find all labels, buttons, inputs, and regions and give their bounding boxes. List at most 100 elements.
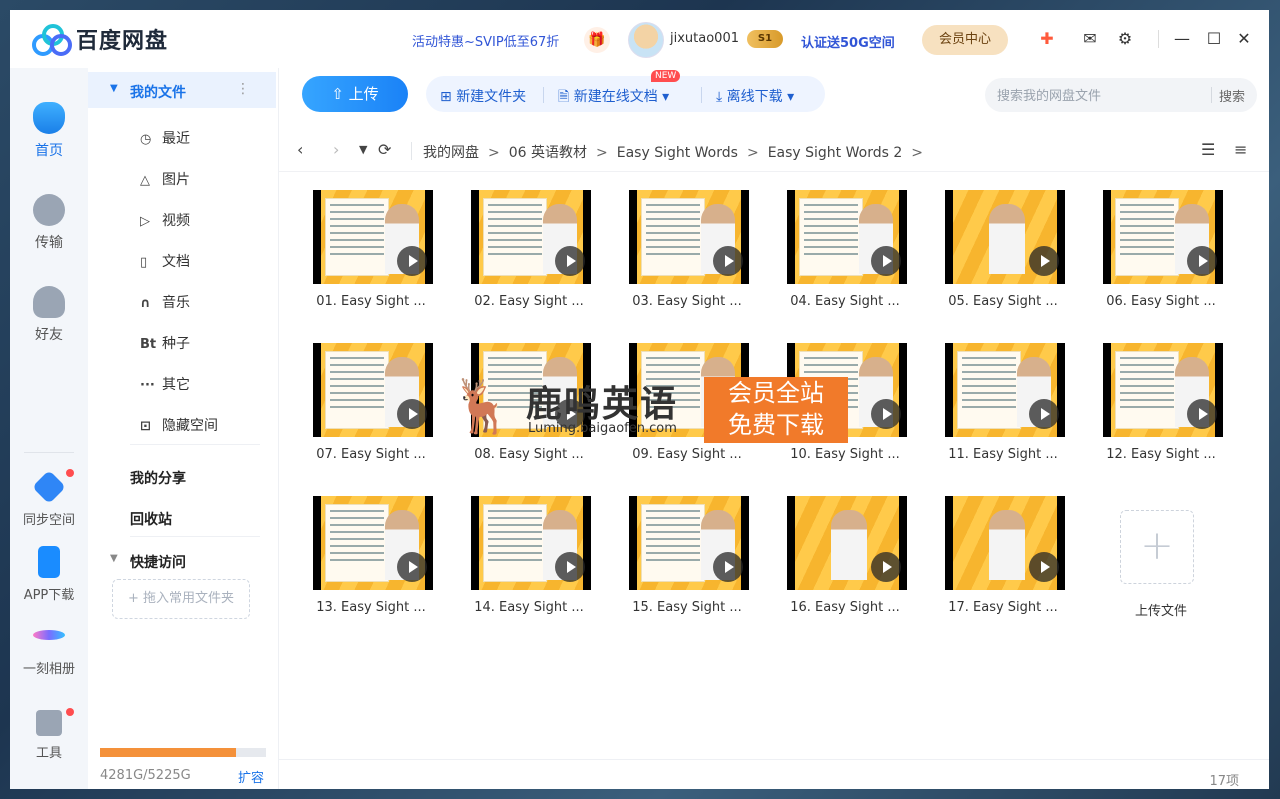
video-thumbnail[interactable] — [313, 343, 433, 437]
search-button[interactable]: 搜索 — [1219, 86, 1245, 105]
play-icon[interactable] — [1187, 246, 1217, 276]
caret-down-icon[interactable]: ▼ — [110, 553, 118, 564]
play-icon[interactable] — [871, 552, 901, 582]
video-thumbnail[interactable] — [313, 190, 433, 284]
sidebar-item-hidden-space[interactable]: ⊡ 隐藏空间 — [140, 415, 218, 435]
forward-icon[interactable]: › — [333, 140, 339, 159]
file-tile[interactable]: 04. Easy Sight ... — [775, 190, 915, 320]
file-tile[interactable]: 05. Easy Sight ... — [933, 190, 1073, 320]
vip-level-badge[interactable]: S1 — [747, 30, 783, 48]
video-thumbnail[interactable] — [313, 496, 433, 590]
gift-icon[interactable]: 🎁 — [584, 27, 610, 53]
file-tile[interactable]: 06. Easy Sight ... — [1091, 190, 1231, 320]
refresh-icon[interactable]: ⟳ — [378, 140, 391, 159]
file-tile[interactable]: 13. Easy Sight ... — [301, 496, 441, 626]
play-icon[interactable] — [555, 246, 585, 276]
sidebar-item-my-files[interactable]: ▼ 我的文件 ⋮ — [88, 72, 276, 108]
sidebar-item-videos[interactable]: ▷ 视频 — [140, 210, 190, 230]
play-icon[interactable] — [397, 399, 427, 429]
sidebar-item-torrents[interactable]: Bt 种子 — [140, 333, 190, 353]
sidebar-item-recent[interactable]: ◷ 最近 — [140, 128, 190, 148]
file-name[interactable]: 06. Easy Sight ... — [1091, 294, 1231, 309]
upload-button[interactable]: ⇧ 上传 — [302, 76, 408, 112]
play-icon[interactable] — [871, 399, 901, 429]
file-name[interactable]: 13. Easy Sight ... — [301, 600, 441, 615]
play-icon[interactable] — [713, 552, 743, 582]
sidebar-item-quick-access[interactable]: 快捷访问 — [130, 552, 186, 572]
sidebar-item-images[interactable]: △ 图片 — [140, 169, 190, 189]
play-icon[interactable] — [555, 552, 585, 582]
username[interactable]: jixutao001 — [670, 31, 739, 46]
upload-file-tile[interactable]: + 上传文件 — [1091, 496, 1231, 626]
video-thumbnail[interactable] — [471, 190, 591, 284]
file-tile[interactable]: 01. Easy Sight ... — [301, 190, 441, 320]
file-name[interactable]: 01. Easy Sight ... — [301, 294, 441, 309]
breadcrumb-item[interactable]: 06 英语教材 — [509, 145, 587, 161]
play-icon[interactable] — [713, 246, 743, 276]
file-tile[interactable]: 02. Easy Sight ... — [459, 190, 599, 320]
file-name[interactable]: 14. Easy Sight ... — [459, 600, 599, 615]
play-icon[interactable] — [871, 246, 901, 276]
back-icon[interactable]: ‹ — [297, 140, 303, 159]
list-view-icon[interactable]: ≡ — [1234, 140, 1247, 159]
file-name[interactable]: 16. Easy Sight ... — [775, 600, 915, 615]
file-name[interactable]: 15. Easy Sight ... — [617, 600, 757, 615]
file-tile[interactable]: 16. Easy Sight ... — [775, 496, 915, 626]
new-online-doc-button[interactable]: 🗎 新建在线文档 ▾ — [558, 86, 669, 110]
close-icon[interactable]: ✕ — [1232, 27, 1256, 51]
video-thumbnail[interactable] — [787, 496, 907, 590]
video-thumbnail[interactable] — [945, 190, 1065, 284]
file-name[interactable]: 04. Easy Sight ... — [775, 294, 915, 309]
file-tile[interactable]: 17. Easy Sight ... — [933, 496, 1073, 626]
video-thumbnail[interactable] — [1103, 190, 1223, 284]
new-folder-button[interactable]: ⊞ 新建文件夹 — [440, 86, 526, 106]
sidebar-item-documents[interactable]: ▯ 文档 — [140, 251, 190, 271]
play-icon[interactable] — [1187, 399, 1217, 429]
play-icon[interactable] — [397, 246, 427, 276]
rail-item-tools[interactable]: 工具 — [10, 708, 88, 761]
file-name[interactable]: 17. Easy Sight ... — [933, 600, 1073, 615]
file-tile[interactable]: 03. Easy Sight ... — [617, 190, 757, 320]
play-icon[interactable] — [1029, 399, 1059, 429]
play-icon[interactable] — [397, 552, 427, 582]
expand-storage-link[interactable]: 扩容 — [238, 767, 264, 786]
file-name[interactable]: 10. Easy Sight ... — [775, 447, 915, 462]
file-tile[interactable]: 14. Easy Sight ... — [459, 496, 599, 626]
video-thumbnail[interactable] — [629, 190, 749, 284]
breadcrumb-item[interactable]: Easy Sight Words — [617, 145, 738, 161]
rail-item-app-download[interactable]: APP下载 — [10, 546, 88, 603]
file-name[interactable]: 12. Easy Sight ... — [1091, 447, 1231, 462]
file-name[interactable]: 08. Easy Sight ... — [459, 447, 599, 462]
video-thumbnail[interactable] — [945, 343, 1065, 437]
file-name[interactable]: 11. Easy Sight ... — [933, 447, 1073, 462]
promo-link[interactable]: 活动特惠~SVIP低至67折 — [412, 31, 559, 50]
avatar[interactable] — [628, 22, 664, 58]
history-dropdown-icon[interactable]: ▼ — [359, 143, 367, 156]
video-thumbnail[interactable] — [945, 496, 1065, 590]
caret-down-icon[interactable]: ▼ — [110, 83, 118, 94]
mail-icon[interactable]: ✉ — [1078, 27, 1102, 51]
video-thumbnail[interactable] — [629, 496, 749, 590]
breadcrumb-item[interactable]: 我的网盘 — [423, 145, 479, 161]
sort-icon[interactable]: ☰ — [1201, 140, 1215, 159]
member-center-button[interactable]: 会员中心 — [922, 25, 1008, 55]
file-tile[interactable]: 15. Easy Sight ... — [617, 496, 757, 626]
sidebar-item-music[interactable]: ∩ 音乐 — [140, 292, 190, 312]
file-tile[interactable]: 07. Easy Sight ... — [301, 343, 441, 473]
game-icon[interactable]: ✚ — [1035, 27, 1059, 51]
maximize-icon[interactable]: ☐ — [1202, 27, 1226, 51]
video-thumbnail[interactable] — [1103, 343, 1223, 437]
play-icon[interactable] — [1029, 552, 1059, 582]
sidebar-item-other[interactable]: ··· 其它 — [140, 374, 190, 394]
play-icon[interactable] — [1029, 246, 1059, 276]
file-name[interactable]: 02. Easy Sight ... — [459, 294, 599, 309]
video-thumbnail[interactable] — [787, 190, 907, 284]
app-logo[interactable]: 百度网盘 — [32, 23, 168, 56]
file-name[interactable]: 05. Easy Sight ... — [933, 294, 1073, 309]
settings-icon[interactable]: ⚙ — [1113, 27, 1137, 51]
rail-item-friends[interactable]: 好友 — [10, 286, 88, 344]
breadcrumb-item[interactable]: Easy Sight Words 2 — [768, 145, 903, 161]
rail-item-sync[interactable]: 同步空间 — [10, 469, 88, 528]
sidebar-item-my-share[interactable]: 我的分享 — [130, 468, 186, 488]
file-name[interactable]: 09. Easy Sight ... — [617, 447, 757, 462]
